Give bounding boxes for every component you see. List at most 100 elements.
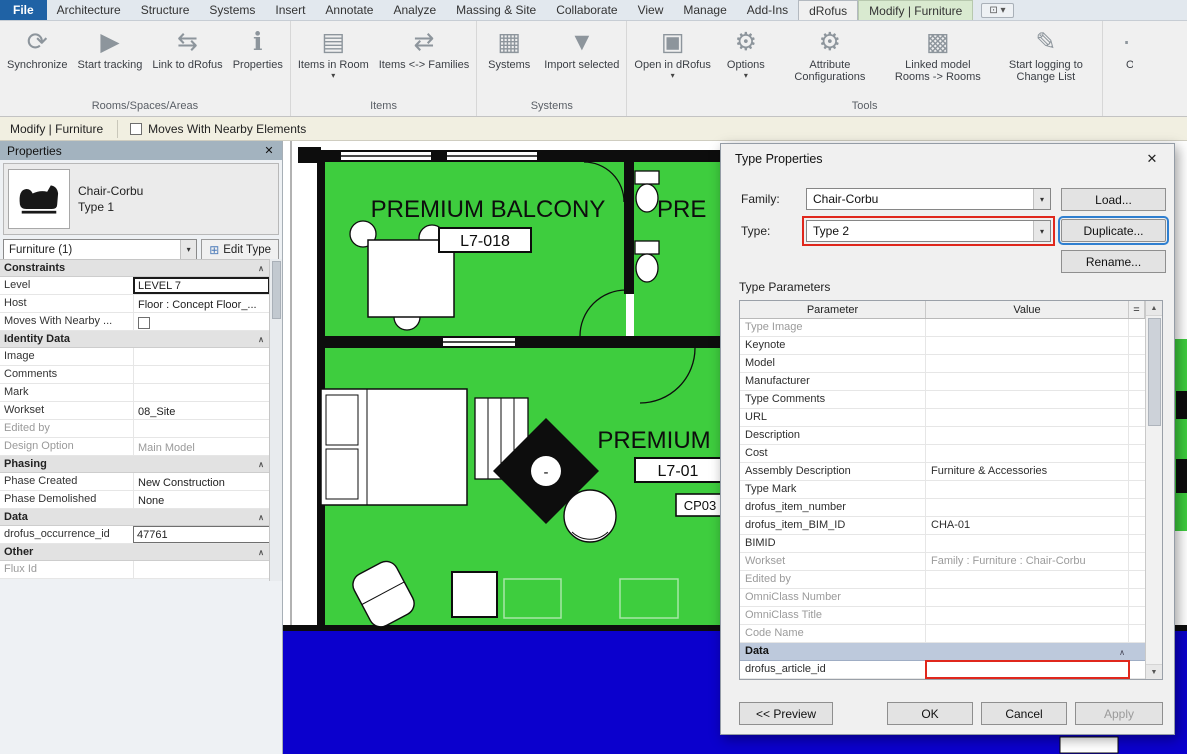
- apply-button[interactable]: Apply: [1075, 702, 1163, 725]
- tab-drofus[interactable]: dRofus: [798, 0, 858, 20]
- parameter-row-bimid[interactable]: BIMID: [740, 535, 1145, 553]
- parameter-value[interactable]: [926, 319, 1129, 336]
- parameter-row-description[interactable]: Description: [740, 427, 1145, 445]
- properties-section-other[interactable]: Other∧: [0, 544, 270, 561]
- ribbon-button-linked-model-rooms-rooms[interactable]: ▩Linked model Rooms -> Rooms: [885, 23, 991, 95]
- ribbon-button-synchronize[interactable]: ⟳Synchronize: [3, 23, 72, 95]
- tab-collaborate[interactable]: Collaborate: [546, 0, 627, 20]
- property-value[interactable]: [133, 384, 270, 401]
- parameter-row-manufacturer[interactable]: Manufacturer: [740, 373, 1145, 391]
- parameter-row-type-image[interactable]: Type Image: [740, 319, 1145, 337]
- parameter-value[interactable]: [926, 481, 1129, 498]
- header-value[interactable]: Value: [926, 301, 1129, 318]
- room-tag-cp03[interactable]: CP03: [684, 498, 717, 513]
- parameter-row-cost[interactable]: Cost: [740, 445, 1145, 463]
- tab-massing-site[interactable]: Massing & Site: [446, 0, 546, 20]
- chair-corbu-symbol[interactable]: [564, 490, 616, 542]
- property-value[interactable]: [133, 420, 270, 437]
- parameter-row-edited-by[interactable]: Edited by: [740, 571, 1145, 589]
- tab-systems[interactable]: Systems: [199, 0, 265, 20]
- type-selector-combo[interactable]: Furniture (1) ▾: [3, 239, 197, 260]
- property-value[interactable]: [133, 313, 270, 330]
- tab-annotate[interactable]: Annotate: [315, 0, 383, 20]
- property-row-design-option[interactable]: Design OptionMain Model: [0, 438, 270, 456]
- ribbon-button-start-tracking[interactable]: ▶Start tracking: [74, 23, 147, 95]
- dialog-titlebar[interactable]: Type Properties ✕: [721, 144, 1174, 174]
- toilet-symbol[interactable]: [636, 254, 658, 282]
- tab-insert[interactable]: Insert: [265, 0, 315, 20]
- chevron-down-icon[interactable]: ▾: [180, 240, 196, 259]
- type-combo[interactable]: Type 2 ▾: [806, 220, 1051, 242]
- checkbox-icon[interactable]: [130, 123, 142, 135]
- close-icon[interactable]: ✕: [1138, 148, 1166, 170]
- ribbon-button-import-selected[interactable]: ▼Import selected: [540, 23, 623, 95]
- property-value[interactable]: LEVEL 7: [133, 277, 270, 294]
- parameter-row-type-comments[interactable]: Type Comments: [740, 391, 1145, 409]
- parameter-row-url[interactable]: URL: [740, 409, 1145, 427]
- parameter-section-data[interactable]: Data∧: [740, 643, 1145, 661]
- moves-with-nearby-checkbox[interactable]: Moves With Nearby Elements: [130, 122, 306, 136]
- parameter-row-code-name[interactable]: Code Name: [740, 625, 1145, 643]
- property-row-drofus-occurrence-id[interactable]: drofus_occurrence_id47761: [0, 526, 270, 544]
- parameter-value[interactable]: [926, 607, 1129, 624]
- parameter-row-assembly-description[interactable]: Assembly DescriptionFurniture & Accessor…: [740, 463, 1145, 481]
- checkbox-icon[interactable]: [138, 317, 150, 329]
- parameter-row-drofus-item-number[interactable]: drofus_item_number: [740, 499, 1145, 517]
- toilet-symbol[interactable]: [636, 184, 658, 212]
- scrollbar-thumb[interactable]: [272, 261, 281, 319]
- properties-section-identity-data[interactable]: Identity Data∧: [0, 331, 270, 348]
- parameter-row-omniclass-number[interactable]: OmniClass Number: [740, 589, 1145, 607]
- ribbon-button-properties[interactable]: ℹProperties: [229, 23, 287, 95]
- parameter-value[interactable]: [926, 409, 1129, 426]
- parameter-value[interactable]: [926, 391, 1129, 408]
- parameter-value[interactable]: CHA-01: [926, 517, 1129, 534]
- parameter-value[interactable]: [926, 445, 1129, 462]
- property-row-comments[interactable]: Comments: [0, 366, 270, 384]
- parameter-row-drofus-item-bim-id[interactable]: drofus_item_BIM_IDCHA-01: [740, 517, 1145, 535]
- ok-button[interactable]: OK: [887, 702, 973, 725]
- parameter-value[interactable]: Family : Furniture : Chair-Corbu: [926, 553, 1129, 570]
- parameter-row-model[interactable]: Model: [740, 355, 1145, 373]
- parameter-row-workset[interactable]: WorksetFamily : Furniture : Chair-Corbu: [740, 553, 1145, 571]
- family-combo[interactable]: Chair-Corbu ▾: [806, 188, 1051, 210]
- property-value[interactable]: None: [133, 491, 270, 508]
- header-eq[interactable]: =: [1129, 301, 1145, 318]
- property-row-host[interactable]: HostFloor : Concept Floor_...: [0, 295, 270, 313]
- property-row-image[interactable]: Image: [0, 348, 270, 366]
- ribbon-button-options[interactable]: ⚙Options▾: [717, 23, 775, 95]
- toilet-tank-symbol[interactable]: [635, 171, 659, 184]
- ribbon-button-attribute-configurations[interactable]: ⚙Attribute Configurations: [777, 23, 883, 95]
- parameter-value[interactable]: [926, 625, 1129, 642]
- ribbon-button-link-to-drofus[interactable]: ⇆Link to dRofus: [148, 23, 226, 95]
- tab-file[interactable]: File: [0, 0, 47, 20]
- tab-structure[interactable]: Structure: [131, 0, 200, 20]
- tab-manage[interactable]: Manage: [673, 0, 736, 20]
- parameter-row-type-mark[interactable]: Type Mark: [740, 481, 1145, 499]
- ribbon-button-items-in-room[interactable]: ▤Items in Room▾: [294, 23, 373, 95]
- cancel-button[interactable]: Cancel: [981, 702, 1067, 725]
- property-row-workset[interactable]: Workset08_Site: [0, 402, 270, 420]
- ribbon-button-systems[interactable]: ▦Systems: [480, 23, 538, 95]
- property-row-flux-id[interactable]: Flux Id: [0, 561, 270, 579]
- close-icon[interactable]: ✕: [260, 144, 278, 157]
- properties-section-phasing[interactable]: Phasing∧: [0, 456, 270, 473]
- side-table-symbol[interactable]: [452, 572, 497, 617]
- tab-add-ins[interactable]: Add-Ins: [737, 0, 798, 20]
- properties-section-constraints[interactable]: Constraints∧: [0, 260, 270, 277]
- property-row-phase-created[interactable]: Phase CreatedNew Construction: [0, 473, 270, 491]
- room-name-balcony[interactable]: PREMIUM BALCONY: [371, 196, 606, 223]
- parameter-value[interactable]: [926, 535, 1129, 552]
- parameter-value[interactable]: [926, 427, 1129, 444]
- toilet-tank-symbol[interactable]: [635, 241, 659, 254]
- room-number-balcony[interactable]: L7-018: [460, 233, 510, 250]
- property-row-mark[interactable]: Mark: [0, 384, 270, 402]
- load-button[interactable]: Load...: [1061, 188, 1166, 211]
- parameter-value[interactable]: [926, 499, 1129, 516]
- parameter-value[interactable]: [926, 571, 1129, 588]
- ribbon-button-open-in-drofus[interactable]: ▣Open in dRofus▾: [630, 23, 714, 95]
- type-preview[interactable]: Chair-Corbu Type 1: [3, 163, 279, 235]
- parameter-value[interactable]: [926, 355, 1129, 372]
- ribbon-button-items-families[interactable]: ⇄Items <-> Families: [375, 23, 473, 95]
- scroll-up-icon[interactable]: ▲: [1146, 301, 1162, 316]
- properties-panel-titlebar[interactable]: Properties ✕: [0, 141, 282, 160]
